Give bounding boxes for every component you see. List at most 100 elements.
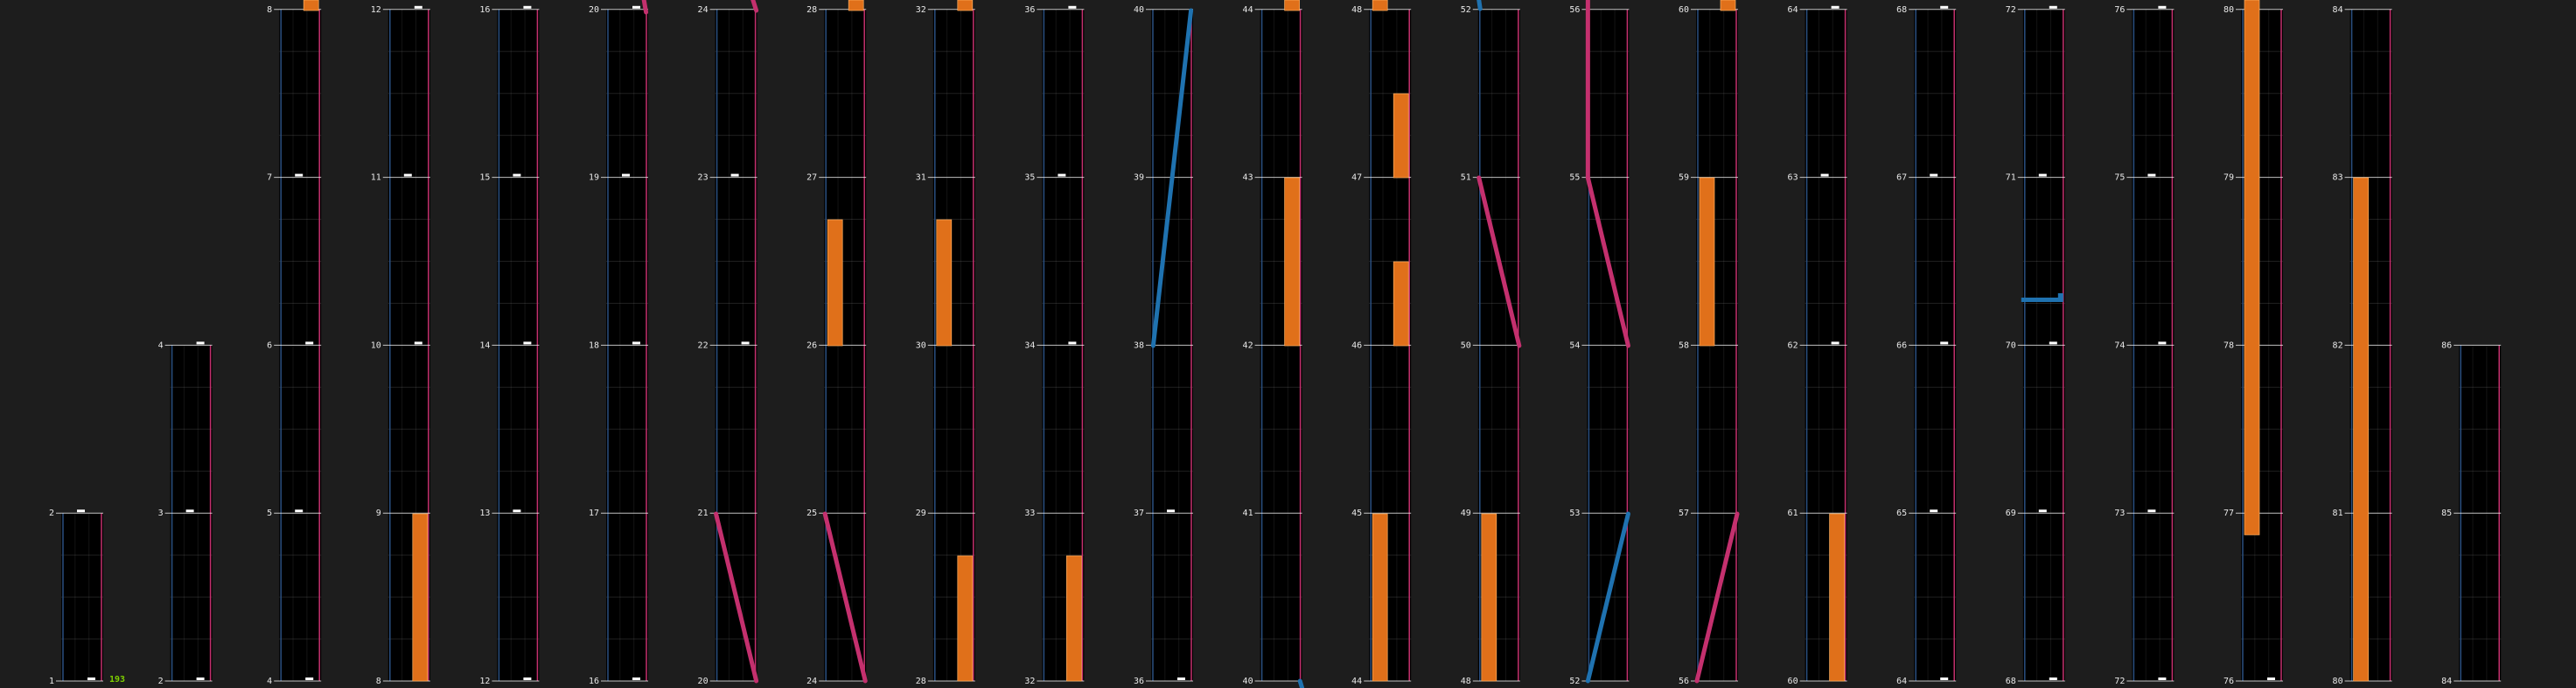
- tap-note: [1167, 509, 1175, 513]
- tap-note: [741, 341, 750, 345]
- measure-number: 6: [267, 340, 272, 350]
- tap-note: [1820, 173, 1829, 177]
- measure-number: 66: [1896, 340, 1907, 350]
- measure-number: 76: [2223, 677, 2234, 686]
- measure-number: 7: [267, 173, 272, 183]
- measure-number: 35: [1024, 173, 1035, 183]
- tap-note: [2147, 509, 2156, 513]
- measure-number: 41: [1243, 509, 1253, 518]
- measure-number: 16: [479, 5, 490, 15]
- measure-number: 43: [1243, 173, 1253, 183]
- hold-note: [412, 513, 429, 682]
- tap-note: [295, 173, 304, 177]
- measure-number: 26: [806, 340, 817, 350]
- measure-number: 61: [1788, 509, 1798, 518]
- measure-number: 72: [2006, 5, 2016, 15]
- measure-number: 5: [267, 509, 272, 518]
- measure-number: 56: [1569, 5, 1580, 15]
- measure-number: 68: [2006, 677, 2016, 686]
- measure-number: 42: [1243, 340, 1253, 350]
- measure-number: 2: [158, 677, 164, 686]
- measure-number: 76: [2114, 5, 2125, 15]
- hold-note: [1393, 93, 1409, 179]
- measure-number: 85: [2441, 509, 2452, 518]
- tap-note: [305, 341, 314, 345]
- chart-lanes: 1223445678891011121213141516161718192020…: [49, 0, 2502, 688]
- measure-number: 79: [2223, 173, 2234, 183]
- measure-number: 21: [698, 509, 709, 518]
- measure-number: 25: [806, 509, 817, 518]
- measure-number: 15: [479, 173, 490, 183]
- tap-note: [2049, 677, 2057, 680]
- measure-number: 80: [2333, 677, 2343, 686]
- tap-note: [523, 5, 532, 9]
- measure-number: 32: [1024, 677, 1035, 686]
- measure-number: 40: [1243, 677, 1253, 686]
- measure-number: 8: [267, 5, 272, 15]
- measure-number: 84: [2441, 677, 2452, 686]
- hold-note: [1372, 0, 1388, 11]
- tap-note: [1940, 341, 1949, 345]
- measure-number: 62: [1788, 340, 1798, 350]
- measure-number: 17: [589, 509, 599, 518]
- measure-number: 77: [2223, 509, 2234, 518]
- tap-note: [2049, 341, 2057, 345]
- tap-note: [1930, 173, 1938, 177]
- tap-note: [1177, 677, 1185, 680]
- measure-number: 50: [1461, 340, 1471, 350]
- measure-number: 44: [1243, 5, 1253, 15]
- measure-number: 49: [1461, 509, 1471, 518]
- hold-note: [1066, 555, 1082, 682]
- measure-number: 71: [2006, 173, 2016, 183]
- measure-number: 8: [376, 677, 381, 686]
- measure-number: 40: [1134, 5, 1144, 15]
- measure-number: 80: [2223, 5, 2234, 15]
- tap-note: [1068, 5, 1077, 9]
- hold-note: [957, 0, 974, 11]
- tap-note: [185, 509, 194, 513]
- hold-note: [1829, 513, 1845, 682]
- slide-note: [1297, 678, 1305, 688]
- tap-note: [2038, 173, 2047, 177]
- tap-note: [513, 509, 521, 513]
- measure-number: 36: [1024, 5, 1035, 15]
- measure-number: 14: [479, 340, 490, 350]
- hold-note: [1720, 0, 1736, 11]
- measure-number: 37: [1134, 509, 1144, 518]
- tap-note: [523, 341, 532, 345]
- measure-number: 28: [806, 5, 817, 15]
- tap-note: [1831, 341, 1840, 345]
- measure-number: 1: [49, 677, 54, 686]
- measure-number: 63: [1788, 173, 1798, 183]
- tap-note: [2158, 5, 2167, 9]
- measure-number: 59: [1679, 173, 1689, 183]
- measure-number: 23: [698, 173, 709, 183]
- measure-number: 30: [916, 340, 926, 350]
- measure-number: 60: [1679, 5, 1689, 15]
- measure-number: 22: [698, 340, 709, 350]
- measure-number: 68: [1896, 5, 1907, 15]
- measure-number: 56: [1679, 677, 1689, 686]
- tap-note: [1068, 341, 1077, 345]
- measure-number: 73: [2114, 509, 2125, 518]
- tap-note: [414, 341, 422, 345]
- measure-number: 9: [376, 509, 381, 518]
- measure-number: 16: [589, 677, 599, 686]
- measure-number: 3: [158, 509, 164, 518]
- measure-number: 28: [916, 677, 926, 686]
- measure-number: 18: [589, 340, 599, 350]
- measure-number: 24: [698, 5, 709, 15]
- slide-note: [641, 0, 649, 15]
- measure-number: 46: [1351, 340, 1362, 350]
- measure-number: 32: [916, 5, 926, 15]
- measure-number: 53: [1569, 509, 1580, 518]
- measure-number: 78: [2223, 340, 2234, 350]
- measure-number: 38: [1134, 340, 1144, 350]
- tap-note: [730, 173, 739, 177]
- hold-note: [827, 219, 843, 347]
- tap-note: [523, 677, 532, 680]
- measure-number: 4: [158, 340, 164, 350]
- tap-note: [2147, 173, 2156, 177]
- hold-note: [2353, 177, 2369, 682]
- measure-number: 74: [2114, 340, 2125, 350]
